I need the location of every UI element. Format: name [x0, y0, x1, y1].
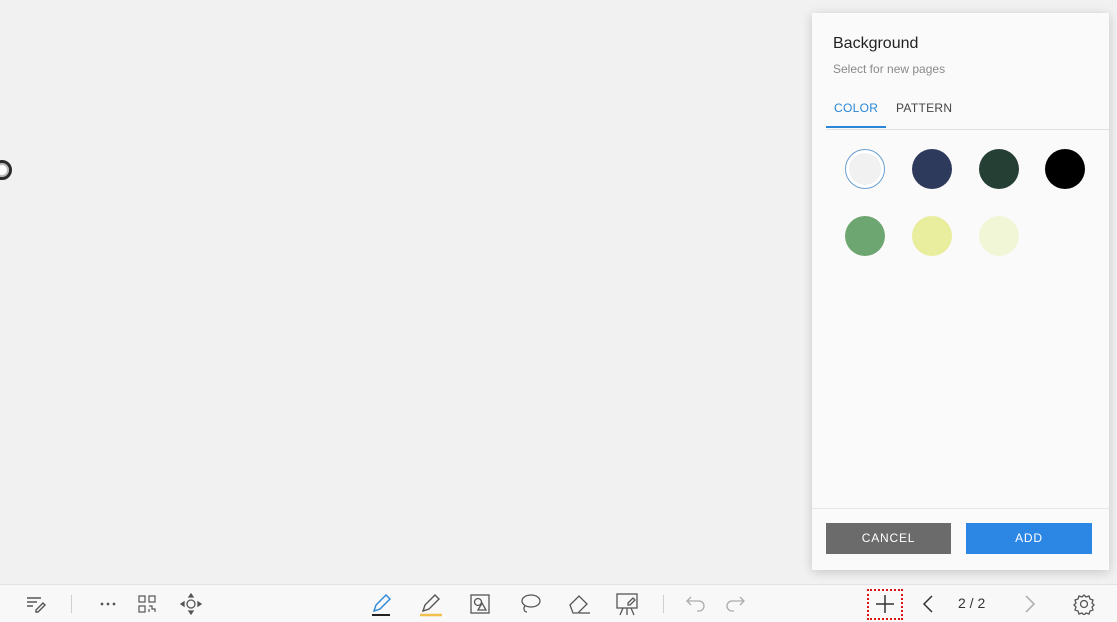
panel-footer: CANCEL ADD [812, 508, 1109, 571]
tab-color[interactable]: COLOR [826, 101, 894, 128]
background-panel: Background Select for new pages COLOR PA… [812, 13, 1109, 570]
more-icon[interactable] [97, 585, 119, 622]
page-indicator: 2 / 2 [958, 595, 986, 611]
panel-subtitle: Select for new pages [833, 62, 946, 76]
bottom-toolbar: 2 / 2 [0, 584, 1117, 622]
toolbar-divider [663, 595, 664, 613]
notes-icon[interactable] [22, 585, 48, 622]
color-swatch-navy[interactable] [912, 149, 952, 189]
shape-icon[interactable] [467, 585, 493, 622]
tab-pattern[interactable]: PATTERN [896, 101, 952, 115]
color-swatch-black[interactable] [1045, 149, 1085, 189]
undo-icon[interactable] [684, 585, 708, 622]
next-page-icon[interactable] [1019, 585, 1041, 622]
eraser-icon[interactable] [565, 585, 595, 622]
highlighter-icon[interactable] [415, 585, 445, 622]
prev-page-icon[interactable] [917, 585, 939, 622]
move-icon[interactable] [177, 585, 205, 622]
pen-icon[interactable] [366, 585, 396, 622]
redo-icon[interactable] [723, 585, 747, 622]
settings-icon[interactable] [1071, 585, 1097, 622]
background-tabs: COLOR PATTERN [826, 95, 1109, 130]
presentation-icon[interactable] [612, 585, 642, 622]
color-swatch-light-gray[interactable] [845, 149, 885, 189]
color-swatch-green[interactable] [845, 216, 885, 256]
qr-code-icon[interactable] [135, 585, 159, 622]
add-button[interactable]: ADD [966, 523, 1092, 554]
toolbar-divider [71, 595, 72, 613]
color-swatch-yellow[interactable] [912, 216, 952, 256]
lasso-icon[interactable] [516, 585, 544, 622]
add-page-icon[interactable] [872, 585, 898, 622]
color-swatch-pale-yellow[interactable] [979, 216, 1019, 256]
color-swatch-dark-green[interactable] [979, 149, 1019, 189]
panel-title: Background [833, 35, 919, 52]
cancel-button[interactable]: CANCEL [826, 523, 951, 554]
